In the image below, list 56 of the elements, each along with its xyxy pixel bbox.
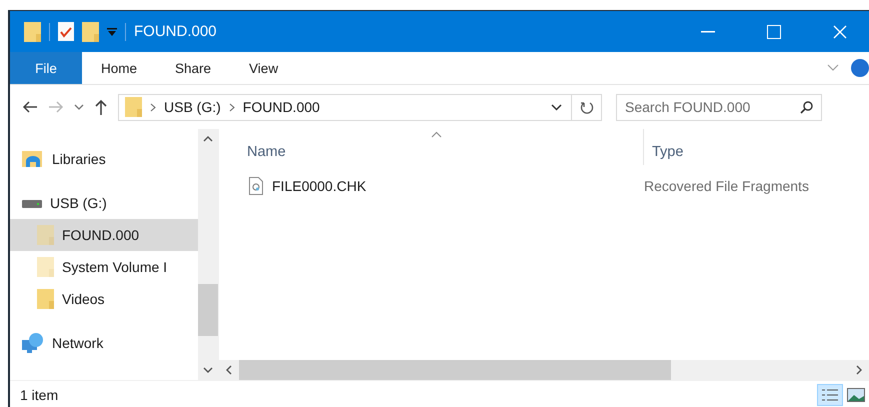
ribbon-tab[interactable]: Share	[156, 52, 230, 84]
column-header[interactable]: Type	[644, 129, 869, 165]
details-view-icon	[821, 388, 839, 402]
close-icon	[833, 24, 847, 38]
address-bar[interactable]: USB (G:) FOUND.000	[118, 94, 602, 120]
drive-icon	[22, 198, 42, 208]
nav-item[interactable]: System Volume I	[10, 251, 198, 283]
scrollbar-thumb[interactable]	[198, 284, 218, 336]
ribbon-tab[interactable]: View	[230, 52, 298, 84]
minimize-icon	[701, 30, 715, 32]
file-menu-tab[interactable]: File	[10, 52, 82, 84]
folder-icon	[24, 22, 41, 42]
file-type: Recovered File Fragments	[644, 178, 809, 194]
up-chevron-icon	[203, 136, 213, 142]
item-count: 1 item	[20, 386, 60, 402]
chevron-icon	[228, 102, 235, 112]
libraries-icon	[22, 149, 44, 169]
expand-ribbon-icon[interactable]	[827, 64, 839, 72]
window-title: FOUND.000	[134, 23, 218, 40]
horizontal-scrollbar-thumb[interactable]	[239, 360, 671, 380]
help-icon[interactable]	[851, 59, 869, 77]
caret-icon	[74, 104, 84, 110]
nav-item[interactable]: Videos	[10, 283, 198, 315]
maximize-icon	[767, 24, 781, 38]
ribbon-tab[interactable]: Home	[82, 52, 156, 84]
new-folder-icon	[82, 22, 99, 42]
up-arrow-icon	[94, 99, 108, 115]
nav-item[interactable]: FOUND.000	[10, 219, 198, 251]
file-icon	[249, 177, 263, 195]
search-icon[interactable]	[800, 100, 813, 114]
chevron-icon	[150, 102, 156, 112]
column-header[interactable]: Name	[219, 129, 644, 165]
recent-locations-button[interactable]	[74, 104, 84, 110]
file-row[interactable]: FILE0000.CHK Recovered File Fragments	[219, 169, 869, 203]
properties-icon[interactable]	[58, 22, 74, 41]
nav-item[interactable]: USB (G:)	[10, 187, 198, 219]
breadcrumb[interactable]: USB (G:)	[164, 99, 221, 115]
back-arrow-icon	[22, 100, 38, 114]
down-chevron-icon	[203, 367, 213, 373]
up-button[interactable]	[94, 99, 108, 115]
network-icon	[22, 333, 44, 353]
forward-arrow-icon	[48, 100, 64, 114]
nav-item[interactable]: Libraries	[10, 143, 198, 175]
back-button[interactable]	[22, 100, 38, 114]
right-chevron-icon	[856, 365, 862, 375]
left-chevron-icon	[226, 365, 232, 375]
refresh-icon	[580, 100, 594, 114]
details-view-button[interactable]	[817, 384, 843, 406]
dropdown-icon[interactable]	[107, 28, 117, 36]
folder-icon	[125, 97, 142, 117]
large-icons-view-icon	[847, 388, 865, 402]
caret-icon	[550, 104, 562, 110]
search-field[interactable]: Search FOUND.000	[616, 94, 822, 120]
breadcrumb[interactable]: FOUND.000	[242, 99, 320, 115]
file-name: FILE0000.CHK	[272, 178, 366, 194]
nav-item[interactable]: Network	[10, 327, 198, 359]
